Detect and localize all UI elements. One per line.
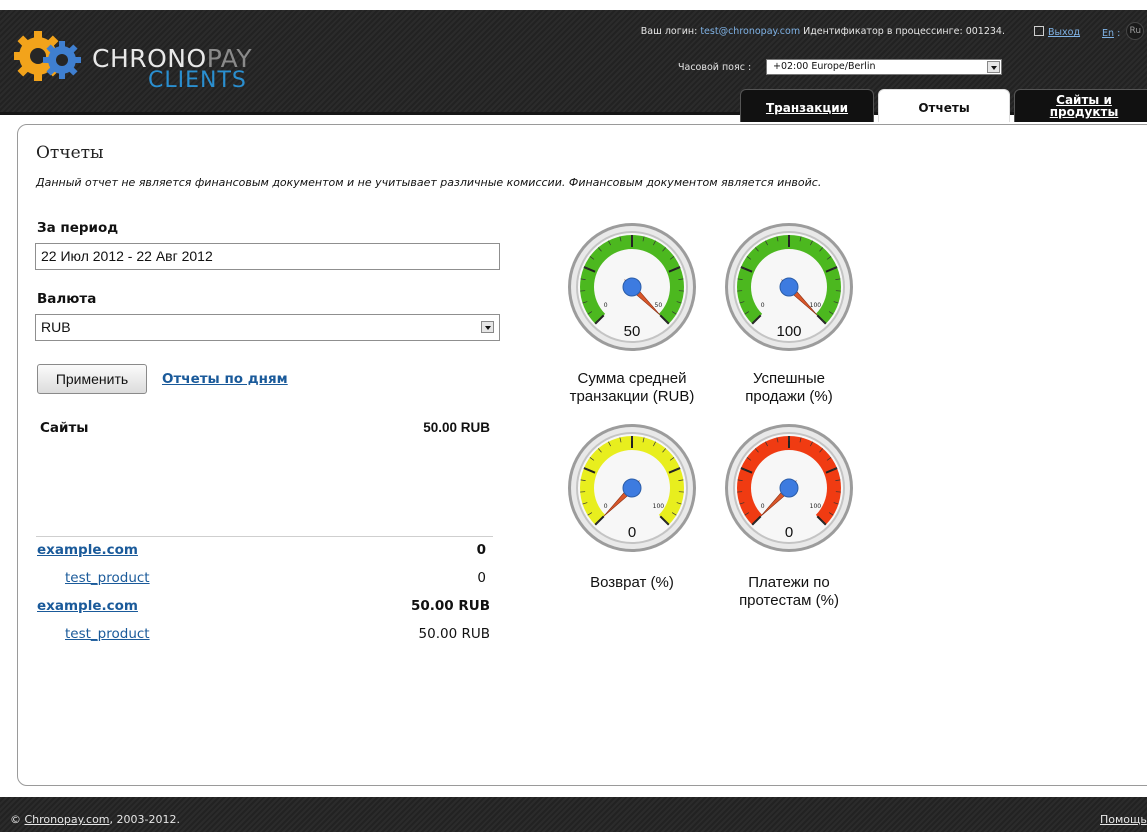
logout-link[interactable]: Выход	[1034, 25, 1080, 38]
login-label: Ваш логин:	[640, 26, 698, 37]
gauge-hub	[622, 277, 642, 297]
page-title: Отчеты	[36, 143, 104, 163]
gauge-min-label: 0	[761, 302, 765, 309]
help-link[interactable]: Помощь	[1100, 813, 1147, 826]
site-value: 0	[476, 542, 486, 558]
gauge-caption: Возврат (%)	[590, 574, 674, 591]
currency-select[interactable]: RUB	[35, 314, 500, 341]
site-link[interactable]: example.com	[37, 598, 138, 614]
sites-total: 50.00 RUB	[423, 420, 490, 435]
product-value: 0	[477, 570, 486, 586]
gauge-hub	[779, 478, 799, 498]
gear-logo-icon	[13, 31, 81, 81]
login-email: test@chronopay.com	[700, 26, 801, 37]
product-link[interactable]: test_product	[65, 626, 150, 642]
gauge-max-label: 100	[653, 503, 665, 510]
chronopay-link[interactable]: Chronopay.com	[25, 813, 110, 826]
tab-transactions[interactable]: Транзакции	[740, 89, 874, 122]
gauge-value-label: 0	[628, 524, 636, 541]
site-value: 50.00 RUB	[410, 598, 490, 614]
apply-button[interactable]: Применить	[37, 364, 147, 394]
period-label: За период	[37, 220, 119, 236]
site-link[interactable]: example.com	[37, 542, 138, 558]
gauge-value-label: 50	[624, 323, 641, 340]
gauge-value-label: 0	[785, 524, 793, 541]
gauge-caption: Сумма средней транзакции (RUB)	[569, 370, 695, 405]
timezone-label: Часовой пояс :	[678, 62, 752, 73]
gauge-min-label: 0	[604, 503, 608, 510]
chronopay-logo[interactable]: CHRONOPAY CLIENTS	[13, 28, 274, 98]
period-input[interactable]: 22 Июл 2012 - 22 Авг 2012	[35, 243, 500, 270]
footer: © Chronopay.com, 2003-2012. Помощь	[0, 797, 1147, 832]
header: CHRONOPAY CLIENTS Ваш логин: test@chrono…	[0, 10, 1147, 122]
divider	[36, 536, 493, 537]
gauge-hub	[622, 478, 642, 498]
gauge-caption: Платежи по протестам (%)	[739, 574, 839, 609]
lang-en-link[interactable]: En	[1102, 28, 1114, 39]
gauge-min-label: 0	[761, 503, 765, 510]
gauge-max-label: 100	[810, 302, 822, 309]
processing-id-label: Идентификатор в процессинге:	[803, 26, 963, 37]
chevron-down-icon	[481, 321, 494, 333]
gauge-min-label: 0	[604, 302, 608, 309]
gauge-max-label: 100	[810, 503, 822, 510]
sites-header: Сайты	[40, 420, 89, 436]
gauge-hub	[779, 277, 799, 297]
lang-ru-button[interactable]: Ru	[1126, 22, 1145, 40]
logout-icon	[1034, 26, 1044, 36]
gauge-successful-sales: 0 100 100	[725, 223, 853, 351]
copyright: © Chronopay.com, 2003-2012.	[10, 813, 180, 826]
logo-subtitle: CLIENTS	[148, 68, 247, 93]
product-link[interactable]: test_product	[65, 570, 150, 586]
gauge-avg-transaction: 0 50 50	[568, 223, 696, 351]
top-strip	[0, 0, 1147, 10]
daily-reports-link[interactable]: Отчеты по дням	[162, 371, 288, 387]
login-info: Ваш логин: test@chronopay.com Идентифика…	[641, 26, 1005, 37]
tab-sites-products[interactable]: Сайты и продукты	[1014, 89, 1147, 122]
currency-label: Валюта	[37, 291, 97, 307]
tab-reports[interactable]: Отчеты	[878, 89, 1010, 122]
gauge-refunds: 0 100 0	[568, 424, 696, 552]
gauge-caption: Успешные продажи (%)	[745, 370, 833, 405]
gauge-chargebacks: 0 100 0	[725, 424, 853, 552]
processing-id: 001234.	[965, 26, 1005, 37]
product-value: 50.00 RUB	[418, 626, 490, 642]
timezone-select[interactable]: +02:00 Europe/Berlin	[766, 59, 1002, 75]
language-switcher: En : Ru	[1102, 22, 1145, 43]
chevron-down-icon	[987, 61, 1000, 73]
disclaimer-text: Данный отчет не является финансовым доку…	[36, 176, 822, 189]
gauge-max-label: 50	[655, 302, 663, 309]
gauge-value-label: 100	[776, 323, 801, 340]
